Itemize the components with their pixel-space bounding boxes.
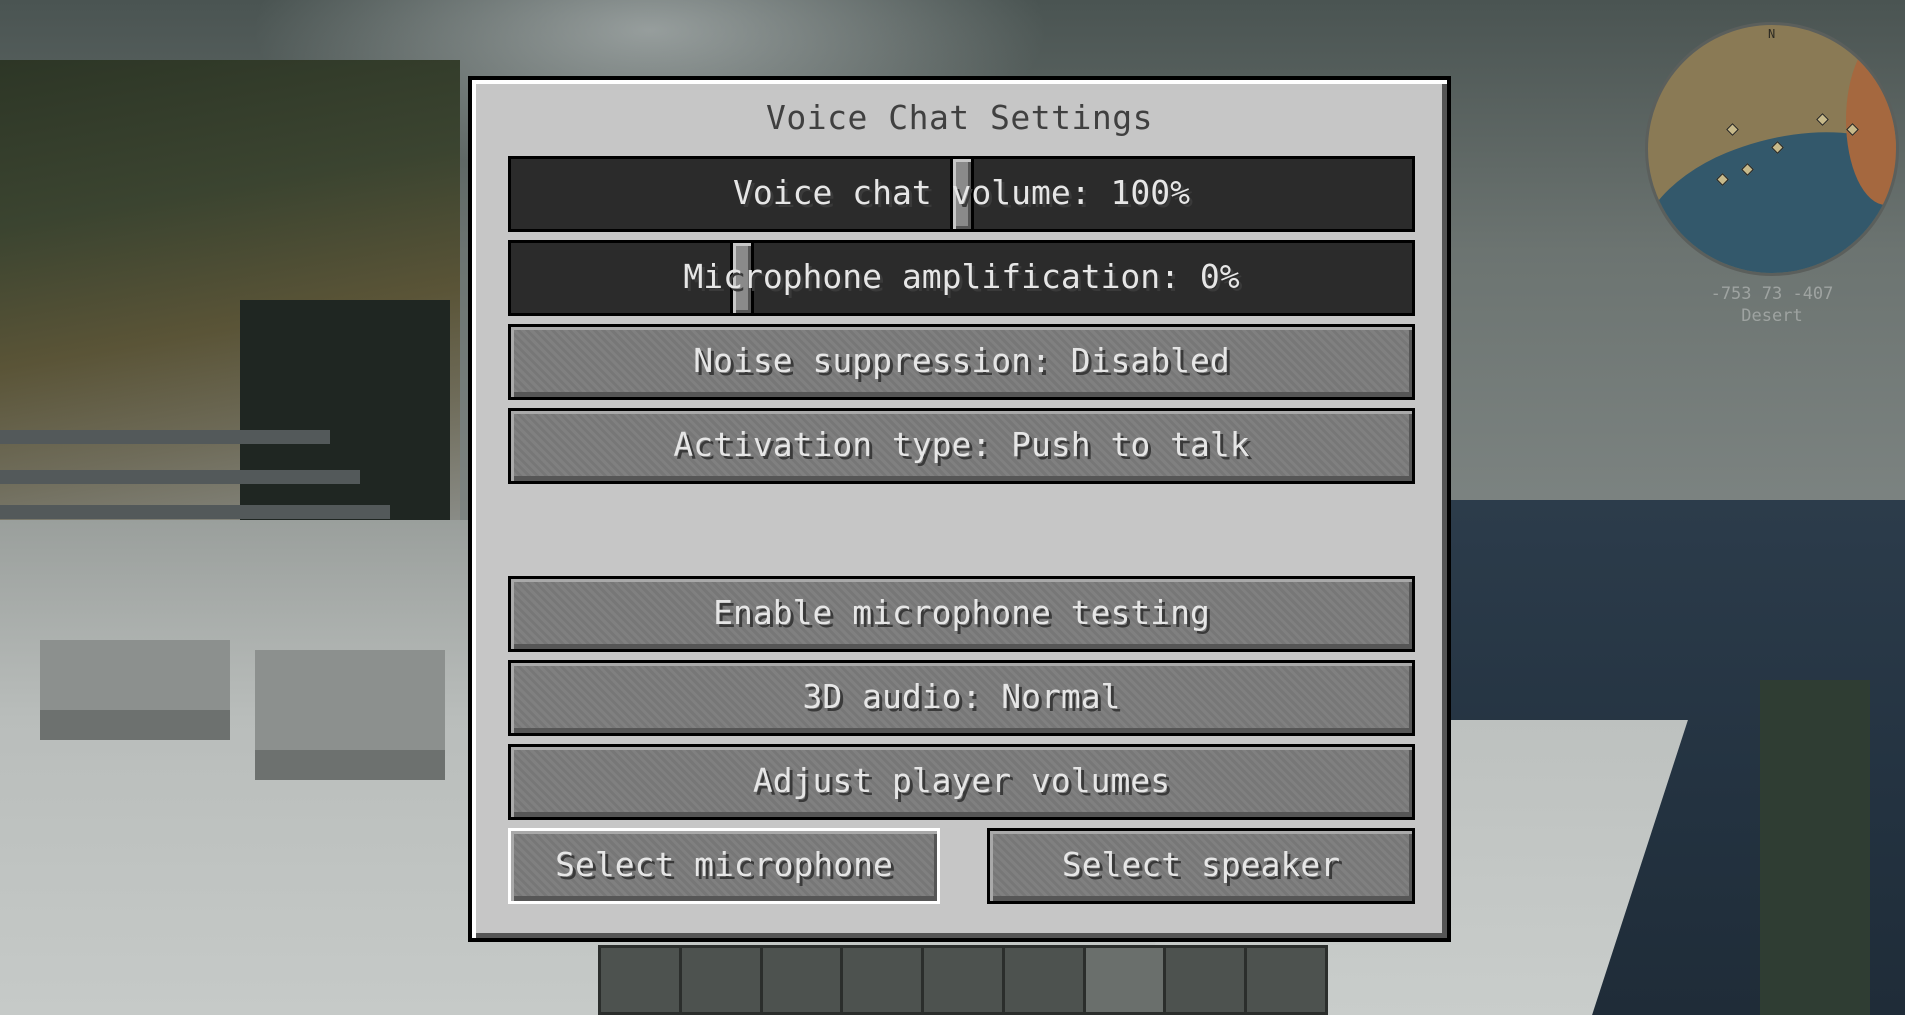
terrain-step	[0, 430, 330, 444]
hotbar-slot[interactable]	[1005, 948, 1086, 1012]
sand-block	[40, 640, 230, 740]
3d-audio-button[interactable]: 3D audio: Normal	[508, 660, 1415, 736]
hotbar-slot[interactable]	[682, 948, 763, 1012]
player-coordinates: -753 73 -407	[1710, 284, 1834, 304]
sand-block	[255, 650, 445, 780]
biome-name: Desert	[1741, 306, 1803, 326]
hotbar-slot[interactable]	[1166, 948, 1248, 1012]
voice-chat-settings-dialog: Voice Chat Settings Voice chat volume: 1…	[468, 76, 1451, 942]
minimap-info: -753 73 -407 Desert	[1645, 283, 1899, 327]
terrain-step	[0, 505, 390, 519]
hotbar-slot[interactable]	[1247, 948, 1325, 1012]
dialog-title: Voice Chat Settings	[766, 98, 1153, 137]
hotbar-slot[interactable]	[763, 948, 844, 1012]
noise-suppression-button[interactable]: Noise suppression: Disabled	[508, 324, 1415, 400]
voice-chat-volume-label: Voice chat volume: 100%	[733, 173, 1190, 212]
hotbar	[598, 945, 1328, 1015]
terrain-step	[0, 470, 360, 484]
cactus-block	[1760, 680, 1870, 1015]
microphone-amplification-slider[interactable]: Microphone amplification: 0%	[508, 240, 1415, 316]
minimap-north-label: N	[1768, 27, 1776, 41]
minimap-marker-icon	[1816, 113, 1829, 126]
activation-type-button[interactable]: Activation type: Push to talk	[508, 408, 1415, 484]
microphone-amplification-label: Microphone amplification: 0%	[683, 257, 1240, 296]
select-microphone-button[interactable]: Select microphone	[508, 828, 940, 904]
voice-chat-volume-slider[interactable]: Voice chat volume: 100%	[508, 156, 1415, 232]
hotbar-slot-selected[interactable]	[1085, 948, 1167, 1012]
hotbar-slot[interactable]	[924, 948, 1005, 1012]
hotbar-slot[interactable]	[843, 948, 925, 1012]
hotbar-slot[interactable]	[601, 948, 682, 1012]
enable-microphone-testing-button[interactable]: Enable microphone testing	[508, 576, 1415, 652]
minimap-marker-icon	[1726, 123, 1739, 136]
minimap: N	[1645, 22, 1899, 276]
adjust-player-volumes-button[interactable]: Adjust player volumes	[508, 744, 1415, 820]
select-speaker-button[interactable]: Select speaker	[987, 828, 1415, 904]
